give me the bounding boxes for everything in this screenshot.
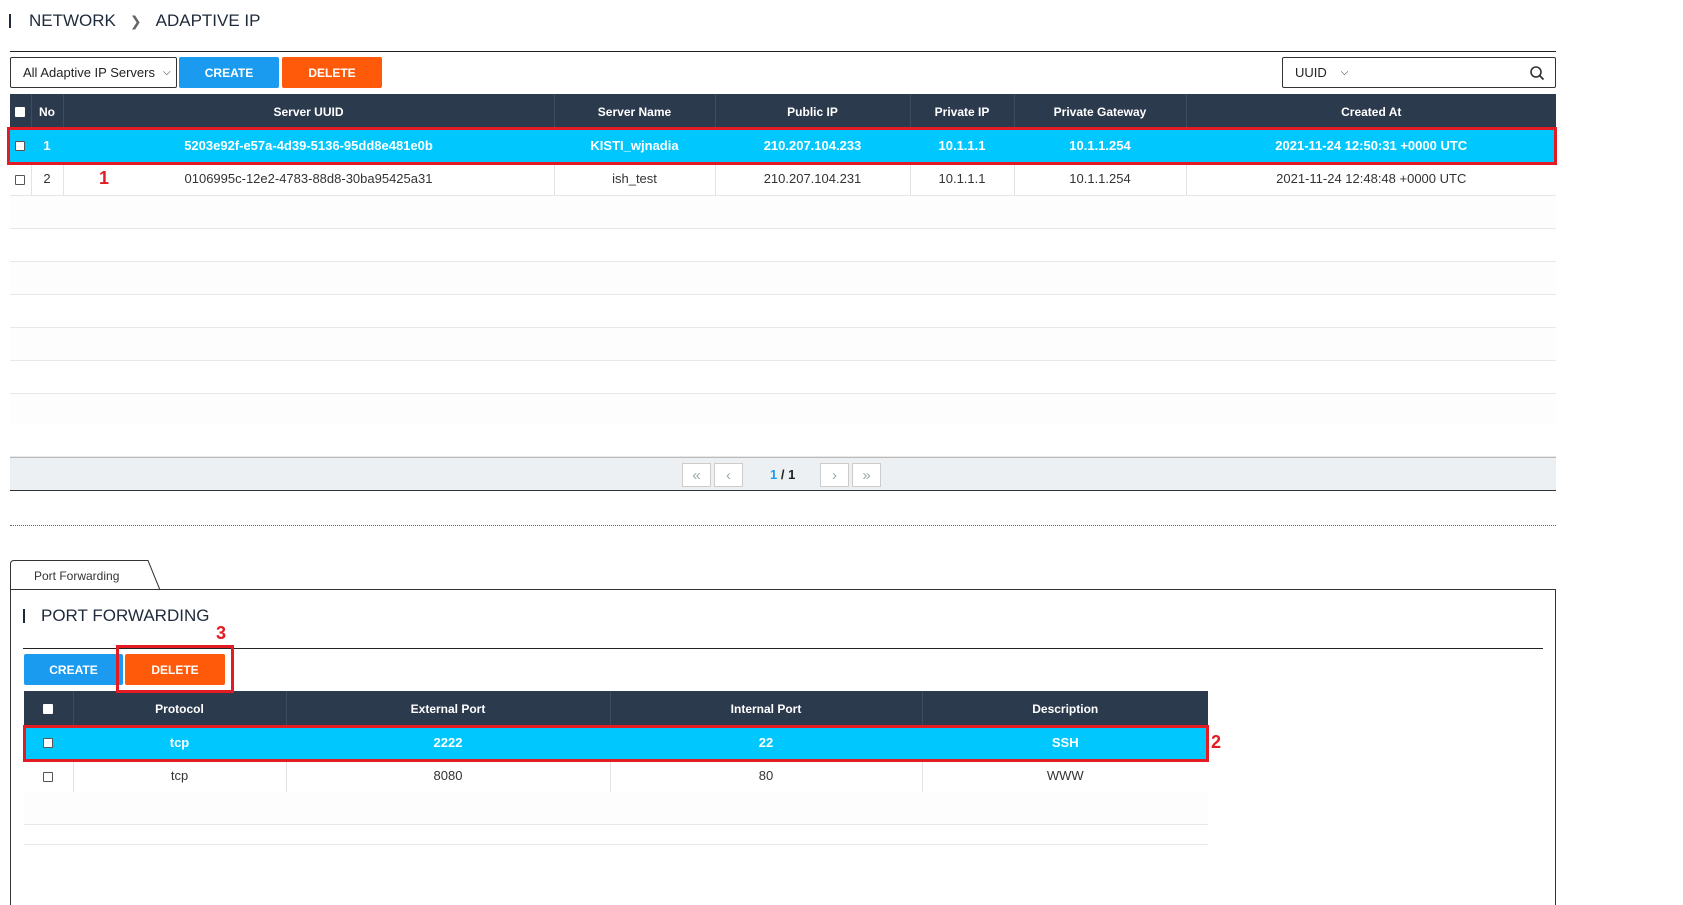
row-checkbox-cell[interactable]	[24, 759, 73, 793]
row-checkbox[interactable]	[15, 174, 26, 185]
section-title-text: PORT FORWARDING	[41, 606, 210, 625]
chevron-right-icon: ❯	[129, 12, 142, 29]
search-field-value: UUID	[1295, 65, 1327, 80]
chevron-down-icon: ⌵	[1340, 67, 1349, 78]
empty-row	[10, 361, 1556, 394]
cell-private-ip: 10.1.1.1	[909, 162, 1014, 196]
delete-server-button[interactable]: DELETE	[282, 57, 382, 88]
server-filter-select[interactable]: All Adaptive IP Servers ⌵	[10, 57, 177, 88]
section-title: PORT FORWARDING	[23, 606, 209, 626]
empty-row	[24, 792, 1208, 825]
title-bar	[23, 609, 25, 623]
cell-description: WWW	[921, 759, 1208, 793]
annotation-box-1	[7, 127, 1557, 165]
annotation-label-2: 2	[1211, 732, 1222, 752]
empty-row	[10, 229, 1556, 262]
column-header-name[interactable]: Server Name	[553, 94, 715, 129]
select-all-checkbox[interactable]	[43, 704, 54, 715]
tab-port-forwarding[interactable]: Port Forwarding	[10, 560, 161, 591]
annotation-label-1: 1	[99, 168, 110, 188]
search-icon[interactable]	[1529, 65, 1545, 81]
breadcrumb-parent[interactable]: NETWORK	[29, 11, 116, 31]
prev-page-icon[interactable]: ‹	[714, 463, 743, 487]
column-header-created[interactable]: Created At	[1185, 94, 1556, 129]
table-row[interactable]: tcp 8080 80 WWW	[24, 759, 1208, 793]
cell-created: 2021-11-24 12:48:48 +0000 UTC	[1185, 162, 1556, 196]
pagination: « ‹ 1 / 1 › »	[10, 457, 1556, 491]
cell-gateway: 10.1.1.254	[1013, 162, 1186, 196]
select-all-cell[interactable]	[10, 94, 31, 129]
breadcrumb-bar	[9, 14, 11, 28]
column-header-protocol[interactable]: Protocol	[72, 691, 286, 726]
annotation-box-3	[116, 645, 234, 693]
section-divider	[10, 525, 1556, 526]
empty-row	[10, 394, 1556, 427]
column-header-internal-port[interactable]: Internal Port	[609, 691, 922, 726]
header-divider	[10, 51, 1556, 52]
breadcrumb: NETWORK ❯ ADAPTIVE IP	[9, 9, 261, 33]
create-rule-button[interactable]: CREATE	[24, 654, 123, 685]
breadcrumb-current: ADAPTIVE IP	[155, 11, 261, 30]
cell-public-ip: 210.207.104.231	[714, 162, 910, 196]
table-header-row: No Server UUID Server Name Public IP Pri…	[10, 94, 1556, 129]
search-box: UUID ⌵	[1282, 57, 1556, 88]
column-header-public-ip[interactable]: Public IP	[714, 94, 910, 129]
table-header-row: Protocol External Port Internal Port Des…	[24, 691, 1208, 726]
annotation-label-3: 3	[216, 623, 227, 643]
row-checkbox[interactable]	[43, 771, 54, 782]
empty-row	[10, 328, 1556, 361]
column-header-external-port[interactable]: External Port	[285, 691, 610, 726]
annotation-box-2	[23, 725, 1209, 762]
empty-row	[10, 424, 1556, 457]
page-indicator: 1 / 1	[770, 467, 796, 482]
table-row[interactable]: 2 0106995c-12e2-4783-88d8-30ba95425a31 i…	[10, 162, 1556, 196]
cell-external-port: 8080	[285, 759, 610, 793]
column-header-private-ip[interactable]: Private IP	[909, 94, 1014, 129]
tab-label: Port Forwarding	[34, 569, 120, 583]
cell-name: ish_test	[553, 162, 715, 196]
row-checkbox-cell[interactable]	[10, 162, 31, 196]
empty-row	[24, 825, 1208, 845]
select-all-checkbox[interactable]	[15, 107, 26, 118]
column-header-no[interactable]: No	[30, 94, 63, 129]
column-header-gateway[interactable]: Private Gateway	[1013, 94, 1186, 129]
first-page-icon[interactable]: «	[682, 463, 711, 487]
empty-row	[10, 295, 1556, 328]
next-page-icon[interactable]: ›	[820, 463, 849, 487]
column-header-description[interactable]: Description	[921, 691, 1208, 726]
empty-row	[10, 262, 1556, 295]
create-server-button[interactable]: CREATE	[179, 57, 279, 88]
cell-no: 2	[30, 162, 63, 196]
cell-internal-port: 80	[609, 759, 922, 793]
cell-uuid: 0106995c-12e2-4783-88d8-30ba95425a31	[62, 162, 554, 196]
section-title-divider	[23, 648, 1543, 649]
server-filter-value: All Adaptive IP Servers	[23, 65, 155, 80]
empty-row	[10, 196, 1556, 229]
select-all-cell[interactable]	[24, 691, 73, 726]
cell-protocol: tcp	[72, 759, 286, 793]
last-page-icon[interactable]: »	[852, 463, 881, 487]
column-header-uuid[interactable]: Server UUID	[62, 94, 554, 129]
search-field-select[interactable]: UUID ⌵	[1283, 65, 1383, 80]
chevron-down-icon: ⌵	[163, 67, 171, 78]
